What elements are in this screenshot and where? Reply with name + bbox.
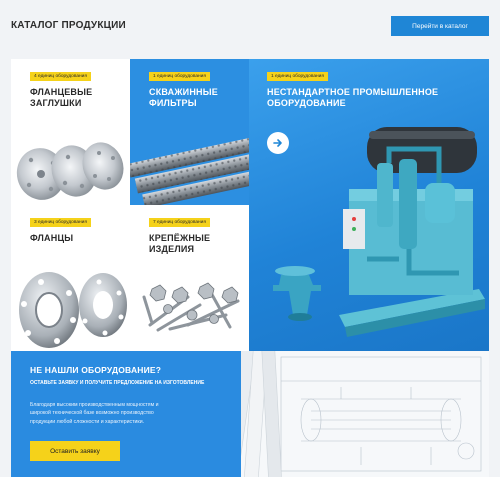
blueprint-image xyxy=(211,351,489,477)
banner-description: Благодаря высоким производственным мощно… xyxy=(30,401,220,426)
catalog-page: КАТАЛОГ ПРОДУКЦИИ Перейти в каталог 4 ед… xyxy=(0,0,500,477)
industrial-equipment-image xyxy=(273,127,485,337)
category-card-flange-plugs[interactable]: 4 единиц оборудования ФЛАНЦЕВЫЕ ЗАГЛУШКИ xyxy=(11,59,130,205)
banner-description-line: широкой технической базе возможно произв… xyxy=(30,410,154,417)
category-card-fasteners[interactable]: 7 единиц оборудования КРЕПЁЖНЫЕ ИЗДЕЛИЯ xyxy=(130,205,249,351)
category-card-well-filters[interactable]: 1 единиц оборудования СКВАЖИННЫЕ ФИЛЬТРЫ xyxy=(130,59,249,205)
category-card-custom-equipment[interactable]: 1 единиц оборудования НЕСТАНДАРТНОЕ ПРОМ… xyxy=(249,59,489,351)
custom-request-banner: НЕ НАШЛИ ОБОРУДОВАНИЕ? ОСТАВЬТЕ ЗАЯВКУ И… xyxy=(11,351,489,477)
banner-description-line: продукции любой сложности и характеристи… xyxy=(30,418,145,425)
flanges-image xyxy=(19,272,127,348)
flange-plugs-image xyxy=(16,142,124,200)
banner-description-line: Благодаря высоким производственным мощно… xyxy=(30,402,159,408)
page-title: КАТАЛОГ ПРОДУКЦИИ xyxy=(11,20,126,31)
go-to-catalog-button[interactable]: Перейти в каталог xyxy=(391,16,489,36)
banner-subtitle: ОСТАВЬТЕ ЗАЯВКУ И ПОЛУЧИТЕ ПРЕДЛОЖЕНИЕ Н… xyxy=(30,380,205,386)
well-filters-image xyxy=(130,137,249,205)
leave-request-button[interactable]: Оставить заявку xyxy=(30,441,120,461)
banner-title: НЕ НАШЛИ ОБОРУДОВАНИЕ? xyxy=(30,365,162,375)
category-card-flanges[interactable]: 3 единиц оборудования ФЛАНЦЫ xyxy=(11,205,130,351)
fasteners-image xyxy=(142,282,240,332)
banner-panel: НЕ НАШЛИ ОБОРУДОВАНИЕ? ОСТАВЬТЕ ЗАЯВКУ И… xyxy=(11,351,241,477)
